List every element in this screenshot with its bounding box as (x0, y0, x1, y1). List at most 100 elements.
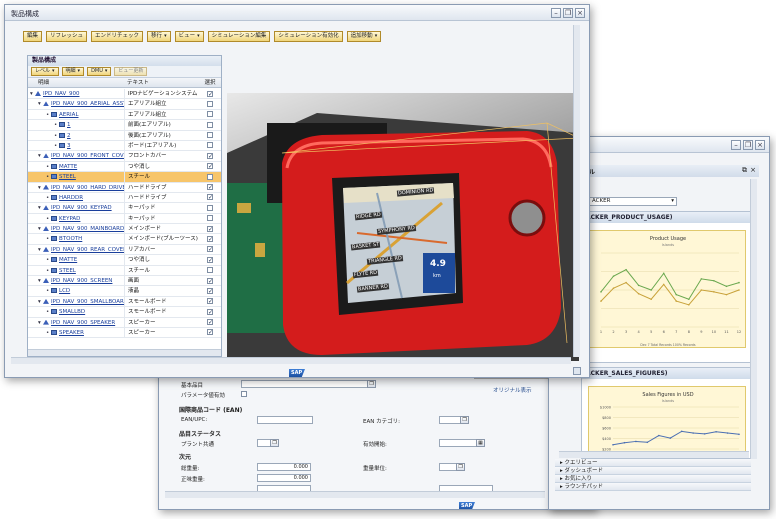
tree-item-cell[interactable]: • 2 (28, 131, 124, 140)
weight-unit-input[interactable] (439, 463, 457, 471)
ean-category-lookup[interactable]: ❐ (460, 416, 469, 424)
expand-arrow-icon[interactable]: ▾ (38, 318, 43, 327)
calendar-icon[interactable]: ▦ (476, 439, 485, 447)
end-check-button[interactable]: エンドリチェック (91, 31, 144, 42)
tree-item-link[interactable]: HARDDR (59, 195, 83, 201)
select-checkbox[interactable]: ✓ (207, 308, 213, 315)
select-checkbox[interactable]: ✓ (207, 256, 213, 263)
expand-arrow-icon[interactable]: ▾ (38, 245, 43, 254)
expand-arrow-icon[interactable]: ▾ (38, 276, 43, 285)
tree-item-cell[interactable]: • SMALLBD (28, 307, 124, 316)
tree-row[interactable]: ▾ IPD_NAV_900_MAINBOARD メインボード ✓ (28, 224, 221, 235)
tree-item-link[interactable]: SPEAKER (59, 330, 84, 336)
report-vertical-scrollbar[interactable] (750, 179, 757, 459)
plant-common-lookup[interactable]: ❐ (270, 439, 279, 447)
tree-item-cell[interactable]: • 3 (28, 141, 124, 150)
accordion-item-dashboard[interactable]: ▸ ダッシュボード (555, 467, 751, 475)
tree-row[interactable]: ▾ IPD_NAV_900_HARD_DRIVE ハードドライブ ✓ (28, 182, 221, 193)
tree-row[interactable]: ▾ IPD_NAV_900_KEYPAD キーパッド (28, 203, 221, 214)
tree-item-link[interactable]: IPD_NAV_900_SPEAKER (51, 320, 115, 326)
expand-arrow-icon[interactable]: ▾ (38, 297, 43, 306)
select-checkbox[interactable]: ✓ (207, 152, 213, 159)
tree-item-cell[interactable]: ▾ IPD_NAV_900_SMALLBOARD (28, 297, 124, 306)
tree-item-cell[interactable]: • MATTE (28, 162, 124, 171)
close-icon[interactable]: × (575, 8, 585, 18)
tree-item-cell[interactable]: • MATTE (28, 255, 124, 264)
tree-row[interactable]: ▾ IPD_NAV_900 IPDナビゲーションシステム ✓ (28, 89, 221, 100)
tree-item-cell[interactable]: ▾ IPD_NAV_900_SPEAKER (28, 318, 124, 327)
tree-item-link[interactable]: AERIAL (59, 112, 79, 118)
tree-item-link[interactable]: 1 (67, 122, 71, 128)
tree-item-cell[interactable]: • HARDDR (28, 193, 124, 202)
tree-row[interactable]: • HARDDR ハードドライブ ✓ (28, 192, 221, 204)
tree-item-cell[interactable]: • STEEL (28, 266, 124, 275)
tree-item-cell[interactable]: • 1 (28, 120, 124, 129)
minimize-icon[interactable]: – (551, 8, 561, 18)
tree-item-cell[interactable]: • STEEL (28, 172, 124, 181)
tree-item-cell[interactable]: ▾ IPD_NAV_900_KEYPAD (28, 203, 124, 212)
tree-row[interactable]: ▾ IPD_NAV_900_FRONT_COVER フロントカバー ✓ (28, 151, 221, 162)
plant-common-input[interactable] (257, 439, 271, 447)
tree-row[interactable]: ▾ IPD_NAV_900_SPEAKER スピーカー ✓ (28, 317, 221, 328)
transfer-menu-button[interactable]: 移行 ▾ (147, 31, 171, 42)
column-text[interactable]: テキスト (124, 78, 200, 87)
tree-row[interactable]: ▾ IPD_NAV_900_SCREEN 画面 ✓ (28, 276, 221, 287)
expand-arrow-icon[interactable]: ▾ (38, 151, 43, 160)
tree-item-link[interactable]: IPD_NAV_900_FRONT_COVER (51, 153, 124, 159)
tree-item-cell[interactable]: • AERIAL (28, 110, 124, 119)
tree-item-link[interactable]: BTOOTH (59, 236, 82, 242)
minimize-icon[interactable]: – (731, 140, 741, 150)
tree-item-link[interactable]: MATTE (59, 164, 77, 170)
select-checkbox[interactable] (207, 121, 213, 128)
restore-icon[interactable]: ❐ (743, 140, 753, 150)
select-checkbox[interactable]: ✓ (207, 329, 213, 336)
panel-close-icon[interactable]: × (750, 166, 756, 174)
accordion-item-query[interactable]: ▸ クエリビュー (555, 459, 751, 467)
tree-item-cell[interactable]: • LCD (28, 286, 124, 295)
tree-item-link[interactable]: IPD_NAV_900_KEYPAD (51, 205, 112, 211)
tree-row[interactable]: • LCD 液晶 ✓ (28, 286, 221, 297)
select-checkbox[interactable]: ✓ (207, 319, 213, 326)
tree-row[interactable]: • 3 ボード(エアリアル) (28, 140, 221, 152)
ean-category-input[interactable] (439, 416, 461, 424)
close-icon[interactable]: × (755, 140, 765, 150)
accordion-item-launchpad[interactable]: ▸ ラウンチパッド (555, 483, 751, 491)
expand-arrow-icon[interactable]: ▾ (38, 203, 43, 212)
report-dropdown[interactable]: ACKER ▾ (589, 197, 677, 206)
tree-item-cell[interactable]: ▾ IPD_NAV_900 (28, 89, 124, 98)
tree-row[interactable]: • STEEL スチール (28, 265, 221, 277)
ean-upc-input[interactable] (257, 416, 313, 424)
select-checkbox[interactable]: ✓ (207, 90, 213, 97)
edit-button[interactable]: 編集 (23, 31, 43, 42)
tree-item-cell[interactable]: ▾ IPD_NAV_900_HARD_DRIVE (28, 183, 124, 192)
resize-icon[interactable] (573, 367, 581, 375)
tree-item-link[interactable]: IPD_NAV_900_HARD_DRIVE (51, 185, 124, 191)
tree-item-link[interactable]: MATTE (59, 257, 77, 263)
tree-row[interactable]: • SMALLBD スモールボード ✓ (28, 307, 221, 318)
tree-item-link[interactable]: LCD (59, 288, 70, 294)
select-checkbox[interactable] (207, 100, 213, 107)
view-update-button[interactable]: ビュー更新 (114, 67, 148, 76)
tree-row[interactable]: • MATTE つや消し ✓ (28, 161, 221, 173)
form-horizontal-scrollbar[interactable] (165, 491, 545, 498)
tree-item-cell[interactable]: ▾ IPD_NAV_900_MAINBOARD (28, 224, 124, 233)
param-valid-checkbox[interactable] (241, 391, 247, 397)
tree-item-cell[interactable]: ▾ IPD_NAV_900_FRONT_COVER (28, 151, 124, 160)
column-item[interactable]: 明細 (28, 78, 124, 87)
tree-item-link[interactable]: 3 (67, 143, 71, 149)
tree-row[interactable]: • 2 後面(エアリアル) (28, 130, 221, 141)
report-horizontal-scrollbar[interactable] (559, 451, 749, 458)
select-checkbox[interactable]: ✓ (207, 184, 213, 191)
expand-arrow-icon[interactable]: ▾ (30, 89, 35, 98)
accordion-item-favorites[interactable]: ▸ お気に入り (555, 475, 751, 483)
select-checkbox[interactable]: ✓ (207, 194, 213, 201)
tree-item-cell[interactable]: • BTOOTH (28, 234, 124, 243)
tree-row[interactable]: • BTOOTH メインボード(ブルーツース) ✓ (28, 234, 221, 245)
expand-arrow-icon[interactable]: ▾ (38, 99, 43, 108)
tree-row[interactable]: ▾ IPD_NAV_900_REAR_COVER リアカバー ✓ (28, 244, 221, 256)
tree-row[interactable]: ▾ IPD_NAV_900_AERIAL_ASSY エアリアル組立 (28, 99, 221, 110)
select-checkbox[interactable] (207, 204, 213, 211)
main-vertical-scrollbar[interactable] (573, 25, 580, 357)
net-weight-input[interactable]: 0.000 (257, 474, 311, 482)
select-checkbox[interactable]: ✓ (207, 163, 213, 170)
